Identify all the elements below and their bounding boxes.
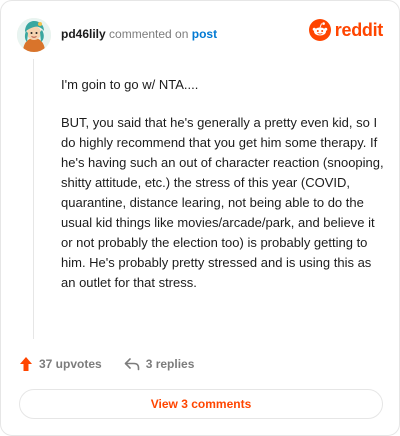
reddit-wordmark: reddit <box>334 19 384 40</box>
thread-line[interactable] <box>33 59 34 339</box>
username[interactable]: pd46lily <box>61 27 106 41</box>
comment-paragraph: BUT, you said that he's generally a pret… <box>61 115 384 290</box>
avatar-illustration <box>17 18 51 52</box>
comment-body: I'm goin to go w/ NTA.... BUT, you said … <box>61 75 385 311</box>
post-link[interactable]: post <box>192 27 217 41</box>
reply-icon <box>124 358 140 371</box>
comment-actions: 37 upvotes 3 replies <box>19 353 194 375</box>
upvote-button[interactable]: 37 upvotes <box>19 356 102 372</box>
reddit-brand[interactable]: reddit <box>308 19 384 41</box>
reddit-logo-icon <box>308 19 331 41</box>
comment-card: pd46lily commented on post reddit I'm go… <box>0 0 400 436</box>
view-comments-button[interactable]: View 3 comments <box>19 389 383 419</box>
reply-count: 3 replies <box>145 357 195 371</box>
reply-button[interactable]: 3 replies <box>124 357 195 371</box>
comment-byline: pd46lily commented on post <box>61 27 217 41</box>
upvote-count: 37 upvotes <box>39 357 102 371</box>
avatar[interactable] <box>17 18 51 52</box>
byline-verb: commented on <box>109 27 189 41</box>
comment-header: pd46lily commented on post reddit <box>17 15 383 55</box>
comment-paragraph: I'm goin to go w/ NTA.... <box>61 77 199 92</box>
upvote-arrow-icon <box>20 357 32 371</box>
